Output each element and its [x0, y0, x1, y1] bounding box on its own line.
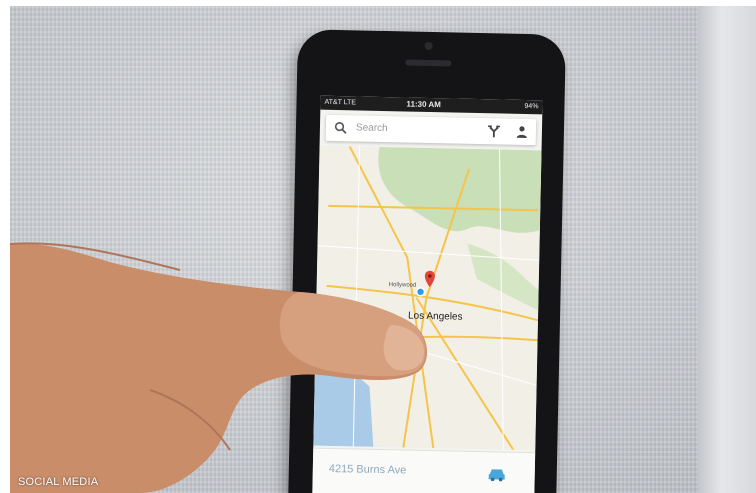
phone-screen: AT&T LTE 11:30 AM 94% Hollywood Los Ange…	[312, 95, 543, 493]
map-view[interactable]: Hollywood Los Angeles	[313, 145, 542, 451]
frame-border-left	[0, 0, 10, 493]
address-label: 4215 Burns Ave	[328, 462, 407, 477]
search-input[interactable]: Search	[356, 122, 388, 134]
map-label-los-angeles: Los Angeles	[407, 310, 463, 323]
search-icon	[334, 121, 347, 134]
status-time: 11:30 AM	[406, 99, 441, 110]
frame-border-top	[0, 0, 756, 6]
car-icon[interactable]	[487, 466, 507, 482]
photo-scene: AT&T LTE 11:30 AM 94% Hollywood Los Ange…	[0, 0, 756, 493]
status-battery: 94%	[524, 102, 539, 111]
watermark-label: SOCIAL MEDIA	[18, 476, 99, 488]
front-camera	[424, 41, 433, 51]
map-label-hollywood: Hollywood	[388, 282, 417, 289]
earpiece-speaker	[405, 59, 452, 67]
account-icon[interactable]	[514, 124, 530, 140]
towel-fold	[698, 0, 756, 493]
smartphone: AT&T LTE 11:30 AM 94% Hollywood Los Ange…	[288, 29, 566, 493]
directions-icon[interactable]	[486, 123, 502, 139]
search-bar[interactable]: Search	[325, 114, 537, 146]
current-location-dot	[415, 287, 426, 297]
map-canvas	[313, 145, 542, 451]
place-card[interactable]: 4215 Burns Ave	[312, 447, 536, 493]
status-carrier: AT&T LTE	[324, 98, 357, 107]
status-bar: AT&T LTE 11:30 AM 94%	[320, 95, 543, 115]
